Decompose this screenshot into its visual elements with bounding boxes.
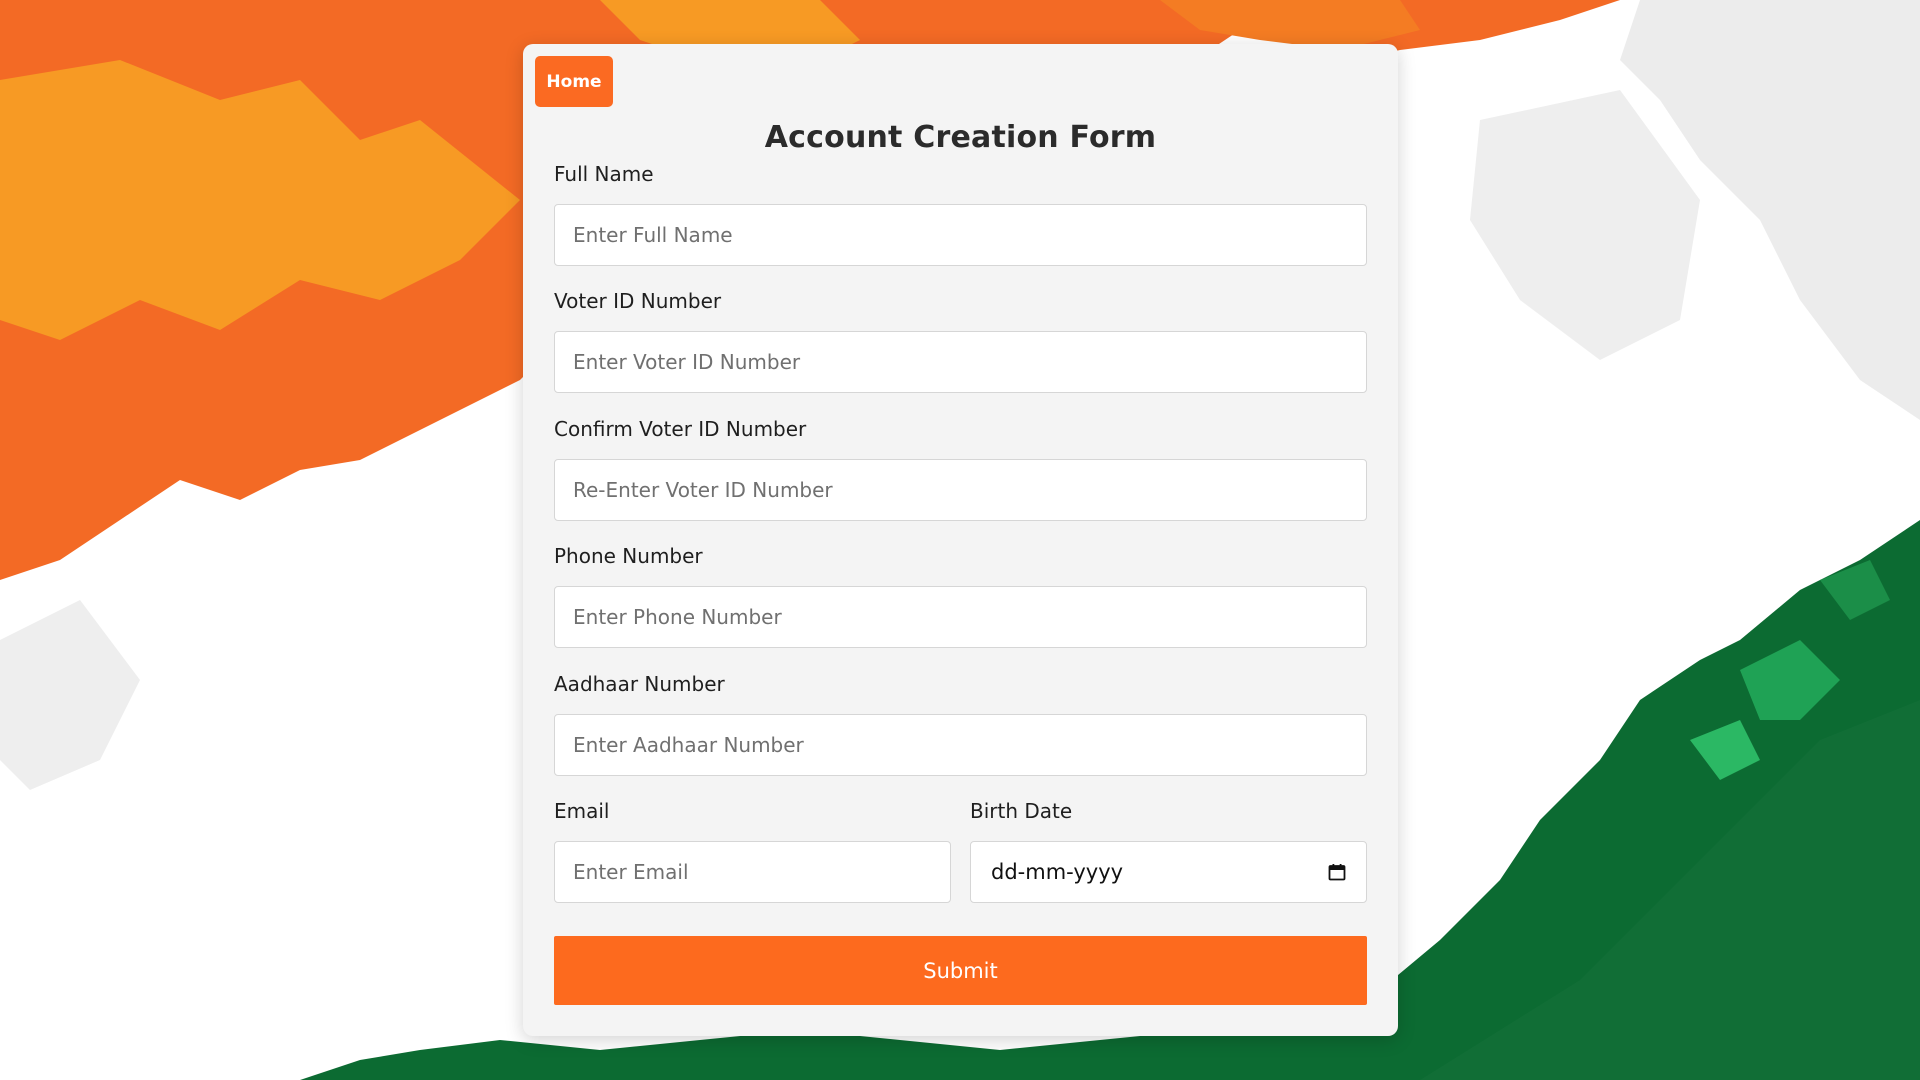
home-button[interactable]: Home <box>535 56 613 107</box>
aadhaar-number-field: Aadhaar Number <box>554 670 1367 776</box>
birth-date-field: Birth Date dd-mm-yyyy <box>970 797 1367 903</box>
email-field: Email <box>554 797 951 903</box>
confirm-voter-id-field: Confirm Voter ID Number <box>554 415 1367 521</box>
voter-id-field: Voter ID Number <box>554 287 1367 393</box>
confirm-voter-id-label: Confirm Voter ID Number <box>554 417 807 441</box>
aadhaar-number-label: Aadhaar Number <box>554 672 725 696</box>
voter-id-label: Voter ID Number <box>554 289 722 313</box>
submit-button[interactable]: Submit <box>554 936 1367 1005</box>
birth-date-label: Birth Date <box>970 799 1073 823</box>
birth-date-value: dd-mm-yyyy <box>991 860 1124 884</box>
full-name-label: Full Name <box>554 162 654 186</box>
phone-number-input[interactable] <box>554 586 1367 648</box>
voter-id-input[interactable] <box>554 331 1367 393</box>
phone-number-label: Phone Number <box>554 544 703 568</box>
calendar-icon[interactable] <box>1328 863 1346 881</box>
confirm-voter-id-input[interactable] <box>554 459 1367 521</box>
account-creation-card: Home Account Creation Form Full Name Vot… <box>523 44 1398 1036</box>
birth-date-input[interactable]: dd-mm-yyyy <box>970 841 1367 903</box>
email-input[interactable] <box>554 841 951 903</box>
email-label: Email <box>554 799 610 823</box>
phone-number-field: Phone Number <box>554 542 1367 648</box>
form-title: Account Creation Form <box>764 120 1157 155</box>
full-name-field: Full Name <box>554 160 1367 266</box>
full-name-input[interactable] <box>554 204 1367 266</box>
aadhaar-number-input[interactable] <box>554 714 1367 776</box>
